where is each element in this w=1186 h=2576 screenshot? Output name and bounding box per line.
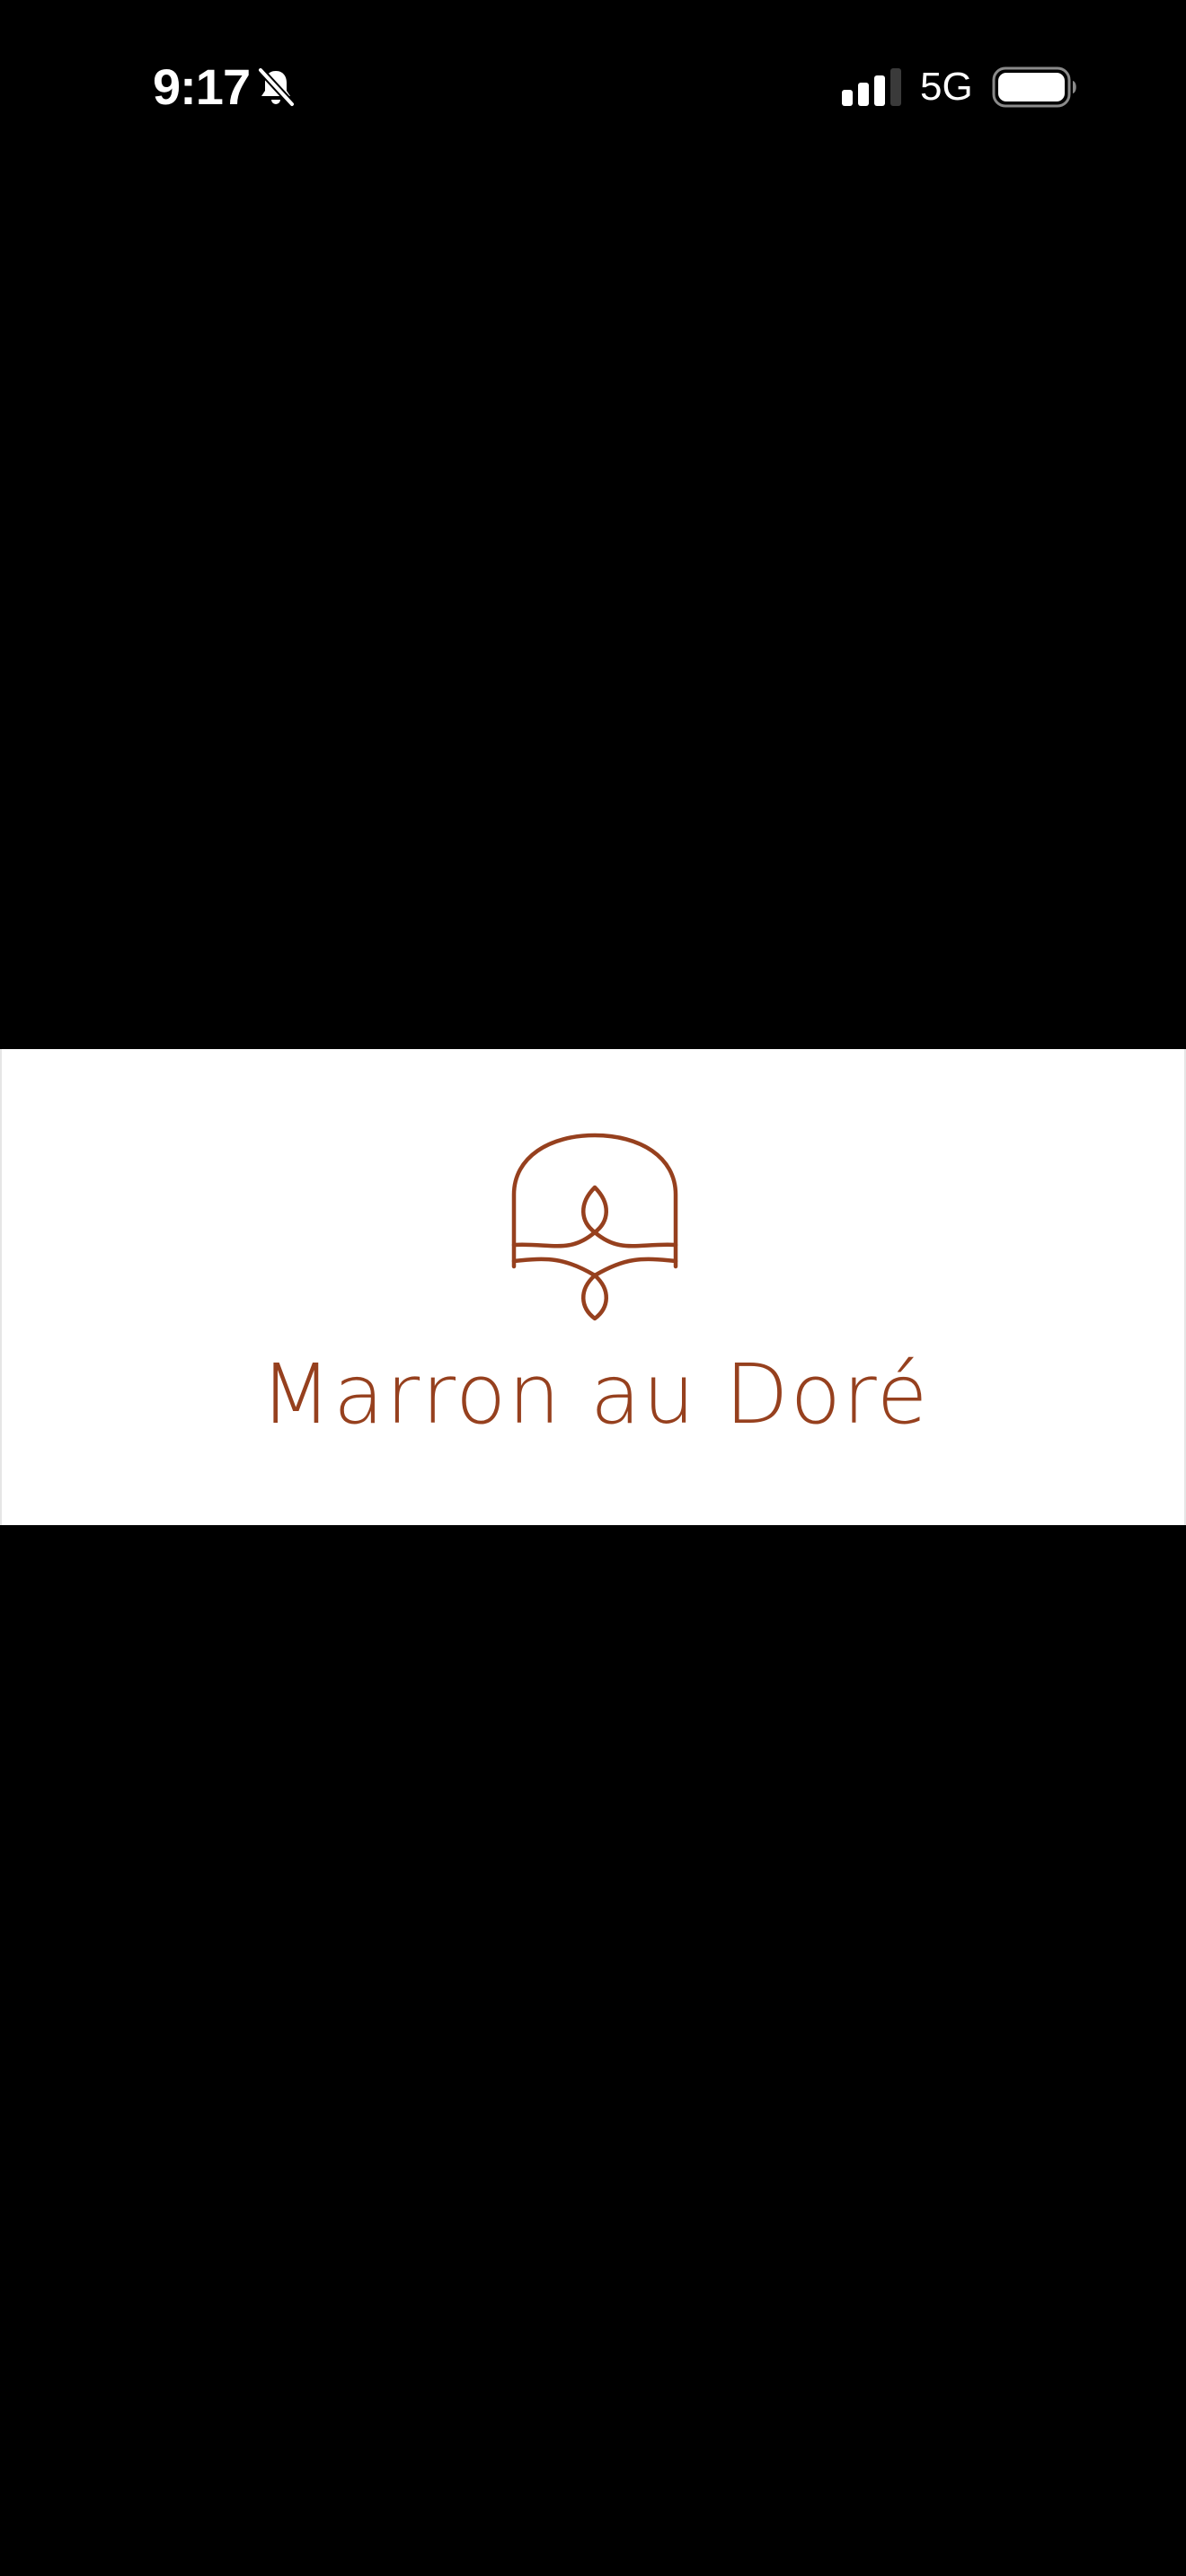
logo-banner: Marron au Doré [0, 1049, 1186, 1525]
status-bar: 9:17 5G [0, 0, 1186, 171]
signal-bar-3 [874, 75, 885, 106]
signal-bar-1 [842, 90, 853, 106]
bell-slash-icon [257, 66, 296, 108]
network-label: 5G [920, 65, 973, 109]
brand-name: Marron au Doré [260, 1346, 930, 1442]
signal-bar-2 [858, 83, 869, 106]
cellular-signal-icon [842, 68, 901, 106]
arch-emblem-icon [511, 1133, 678, 1321]
status-time: 9:17 [153, 58, 251, 115]
battery-icon [992, 66, 1076, 108]
battery-fill [998, 73, 1065, 101]
signal-bar-4 [890, 68, 901, 106]
